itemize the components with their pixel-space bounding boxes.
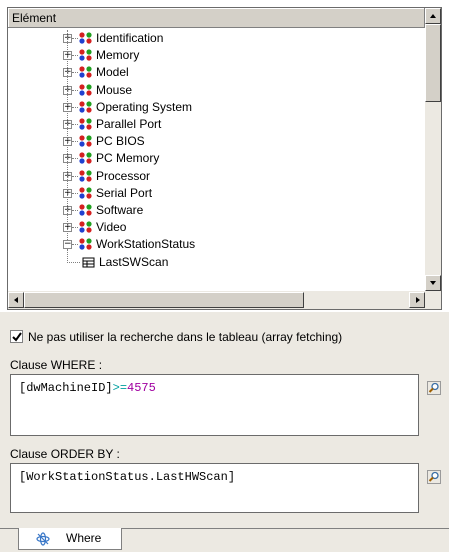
horizontal-scrollbar[interactable] bbox=[8, 291, 441, 309]
order-by-clause-editor[interactable]: [WorkStationStatus.LastHWScan] bbox=[10, 463, 419, 513]
table-group-icon bbox=[79, 187, 92, 199]
order-by-clause-text: [WorkStationStatus.LastHWScan] bbox=[19, 470, 236, 484]
array-fetching-label: Ne pas utiliser la recherche dans le tab… bbox=[28, 330, 343, 344]
tree-panel[interactable]: Elément + Identification + Memory + Model + Mou… bbox=[7, 7, 442, 310]
where-icon bbox=[36, 532, 50, 546]
tree-item-label: Mouse bbox=[96, 82, 133, 97]
arrow-up-icon bbox=[430, 14, 436, 18]
tree-item[interactable]: + Memory bbox=[8, 47, 424, 64]
tree-rows: + Identification + Memory + Model + Mouse + Opera… bbox=[8, 30, 424, 290]
column-header-element[interactable]: Elément bbox=[8, 8, 425, 28]
where-field: [dwMachineID] bbox=[19, 381, 113, 395]
arrow-left-icon bbox=[14, 297, 18, 303]
tree-item[interactable]: + Parallel Port bbox=[8, 116, 424, 133]
tree-item-label: Parallel Port bbox=[96, 117, 162, 131]
table-group-icon bbox=[79, 83, 92, 96]
tree-item[interactable]: + Model bbox=[8, 64, 424, 81]
tree-item[interactable]: + Operating System bbox=[8, 99, 424, 116]
tree-item-label: WorkStationStatus bbox=[96, 237, 196, 252]
column-header-label: Elément bbox=[12, 11, 57, 25]
vertical-scroll-thumb[interactable] bbox=[425, 24, 441, 102]
tree-connector bbox=[67, 261, 80, 263]
tree-item[interactable]: + Video bbox=[8, 219, 424, 236]
tab-where-label: Where bbox=[66, 531, 102, 545]
tree-item[interactable]: + Serial Port bbox=[8, 185, 424, 202]
tree-connector bbox=[67, 30, 68, 241]
horizontal-scroll-thumb[interactable] bbox=[24, 292, 304, 308]
scroll-up-button[interactable] bbox=[425, 8, 441, 24]
arrow-down-icon bbox=[430, 281, 436, 285]
magnifier-icon bbox=[428, 382, 439, 393]
table-group-icon bbox=[79, 135, 92, 147]
table-group-icon bbox=[79, 152, 92, 164]
tree-item-label: PC Memory bbox=[96, 151, 160, 166]
table-group-icon bbox=[79, 32, 92, 44]
tree-item-label: Software bbox=[96, 203, 144, 217]
tab-where[interactable]: Where bbox=[18, 528, 122, 550]
tree-item-label: Serial Port bbox=[96, 185, 153, 200]
order-by-clause-label: Clause ORDER BY : bbox=[10, 447, 120, 461]
tree-item-label: Identification bbox=[96, 31, 164, 45]
table-group-icon bbox=[79, 101, 92, 113]
table-group-icon bbox=[79, 204, 92, 216]
collapse-icon[interactable]: − bbox=[63, 240, 72, 250]
tree-item[interactable]: + Identification bbox=[8, 30, 424, 47]
tree-item-label: LastSWScan bbox=[99, 254, 169, 269]
where-value: 4575 bbox=[127, 381, 156, 395]
order-by-zoom-button[interactable] bbox=[427, 470, 441, 484]
tree-item[interactable]: + Processor bbox=[8, 168, 424, 185]
tree-item[interactable]: + Mouse bbox=[8, 82, 424, 99]
where-clause-label: Clause WHERE : bbox=[10, 358, 103, 372]
tree-item[interactable]: + PC BIOS bbox=[8, 133, 424, 150]
table-group-icon bbox=[79, 169, 92, 182]
array-fetching-checkbox[interactable] bbox=[10, 330, 23, 343]
scroll-right-button[interactable] bbox=[409, 292, 425, 308]
tree-item-label: Video bbox=[96, 220, 127, 235]
tree-item[interactable]: LastSWScan bbox=[8, 254, 424, 271]
table-group-icon bbox=[79, 118, 92, 130]
tree-connector bbox=[67, 249, 68, 264]
where-clause-editor[interactable]: [dwMachineID]>=4575 bbox=[10, 374, 419, 436]
table-group-icon bbox=[79, 221, 92, 233]
tab-strip: Where bbox=[0, 528, 449, 552]
tree-item[interactable]: + Software bbox=[8, 202, 424, 219]
checkmark-icon bbox=[12, 332, 22, 342]
table-group-icon bbox=[79, 49, 92, 61]
tree-item-label: Memory bbox=[96, 48, 140, 63]
tree-item-label: Model bbox=[96, 65, 129, 80]
where-operator: >= bbox=[112, 381, 128, 395]
table-group-icon bbox=[79, 238, 92, 250]
where-zoom-button[interactable] bbox=[427, 381, 441, 395]
tree-item-label: Processor bbox=[96, 168, 151, 183]
magnifier-icon bbox=[428, 471, 439, 482]
table-group-icon bbox=[79, 66, 92, 78]
vertical-scrollbar[interactable] bbox=[425, 8, 441, 291]
tree-item-label: PC BIOS bbox=[96, 134, 145, 149]
tree-item[interactable]: − WorkStationStatus bbox=[8, 236, 424, 253]
arrow-right-icon bbox=[416, 297, 420, 303]
field-icon bbox=[82, 257, 95, 268]
scroll-down-button[interactable] bbox=[425, 275, 441, 291]
tree-item-label: Operating System bbox=[96, 99, 193, 114]
tree-item[interactable]: + PC Memory bbox=[8, 150, 424, 167]
scroll-left-button[interactable] bbox=[8, 292, 24, 308]
where-clause-text: [dwMachineID]>=4575 bbox=[19, 381, 156, 395]
